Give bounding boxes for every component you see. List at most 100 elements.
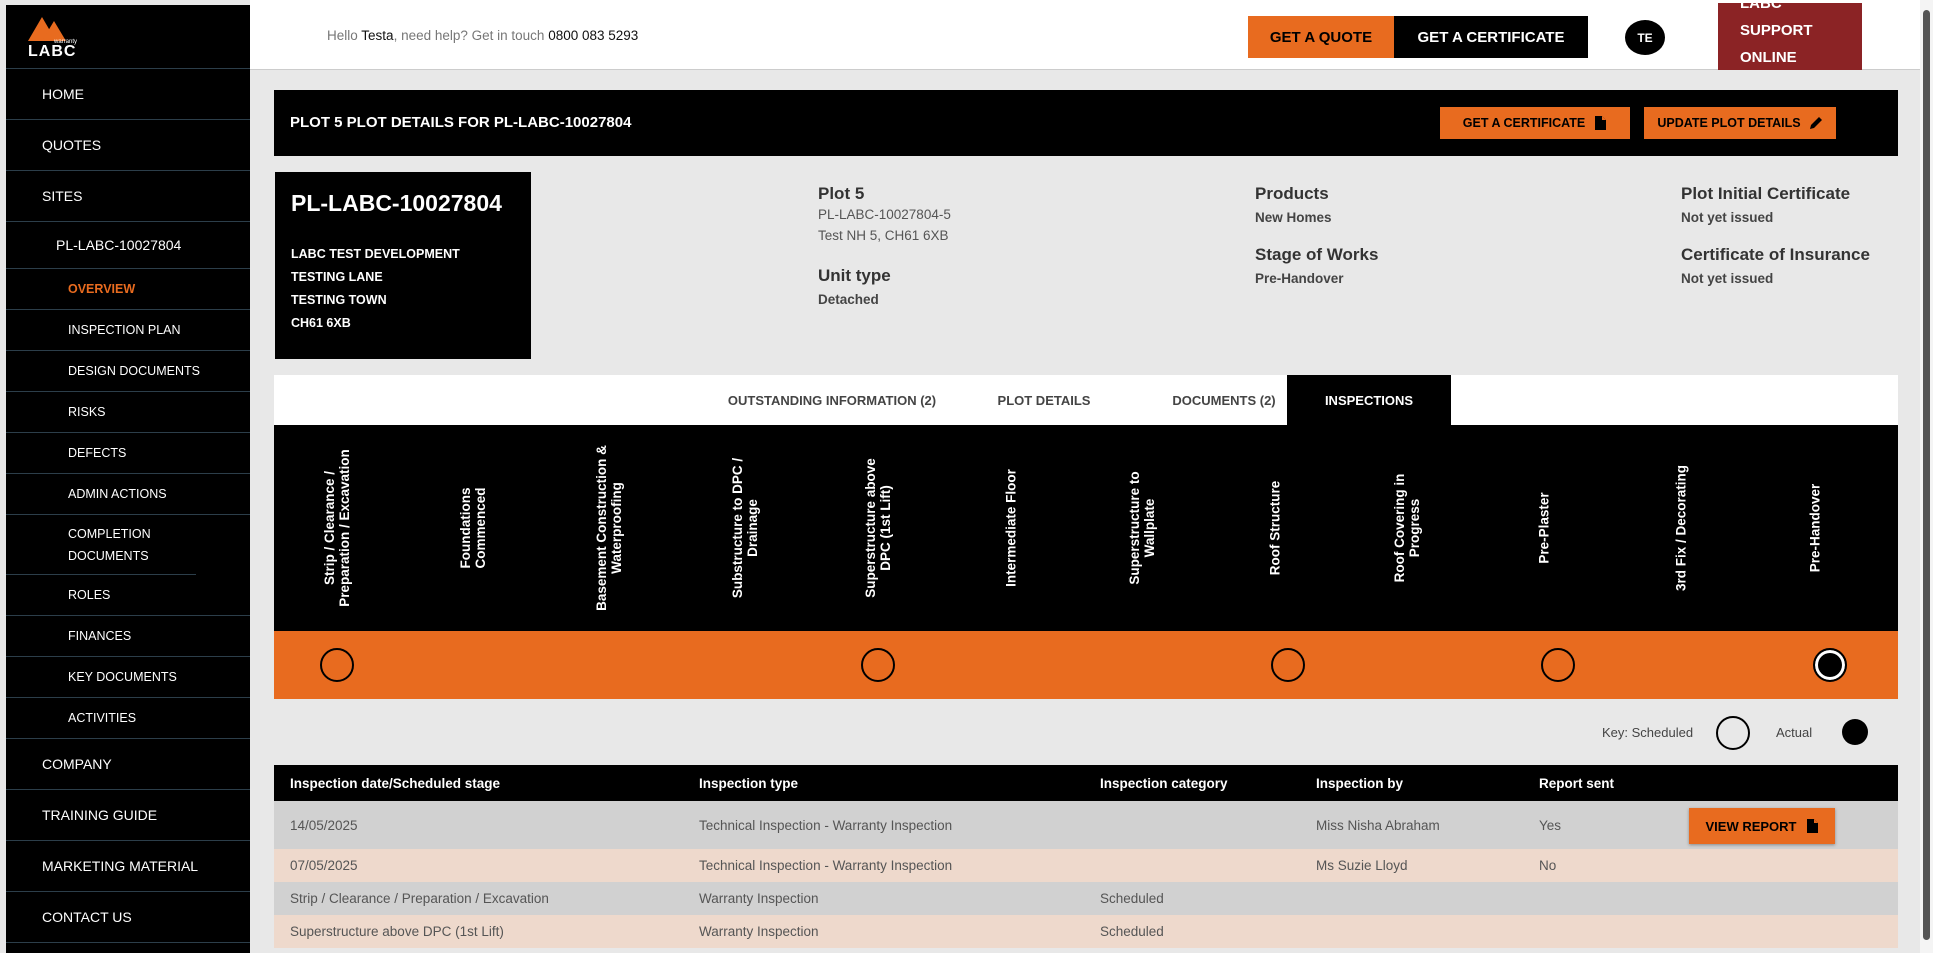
inspection-stages: Strip / Clearance / Preparation / Excava… [274,425,1898,631]
stage-label: Basement Construction & Waterproofing [594,445,624,611]
address-line: CH61 6XB [291,316,351,330]
column-header: Inspection type [699,775,799,791]
top-bar: Hello Testa, need help? Get in touch 080… [250,0,1933,70]
sidebar-item-activities[interactable]: ACTIVITIES [6,698,250,739]
document-icon [1595,116,1607,130]
header-get-certificate-button[interactable]: GET A CERTIFICATE [1440,107,1630,139]
stage-label: Roof Covering in Progress [1392,473,1422,583]
support-online-button[interactable]: LABC SUPPORT ONLINE [1718,3,1862,70]
address-line: TESTING TOWN [291,293,387,307]
table-cell: Technical Inspection - Warranty Inspecti… [699,817,953,833]
stage-label: Superstructure to Wallplate [1127,471,1157,585]
stage-label: 3rd Fix / Decorating [1673,464,1689,592]
sidebar-item-overview[interactable]: OVERVIEW [6,269,250,310]
products-value: New Homes [1255,210,1332,225]
sidebar-item-finances[interactable]: FINANCES [6,616,250,657]
sidebar-item-risks[interactable]: RISKS [6,392,250,433]
stage-label: Substructure to DPC / Drainage [730,457,760,599]
sidebar-item-contact-us[interactable]: CONTACT US [6,892,250,943]
support-line: ONLINE [1740,49,1797,66]
sidebar-item-site[interactable]: PL-LABC-10027804 [6,222,250,269]
sidebar-item-roles[interactable]: ROLES [6,575,250,616]
stage-label: Intermediate Floor [1003,469,1019,587]
sidebar-item-quotes[interactable]: QUOTES [6,120,250,171]
unit-type-label: Unit type [818,266,891,285]
stage-label: Strip / Clearance / Preparation / Excava… [322,449,352,607]
plot-header: PLOT 5 PLOT DETAILS FOR PL-LABC-10027804… [274,90,1898,156]
stage-column: Pre-Handover [1755,425,1875,631]
sidebar-item-inspection-plan[interactable]: INSPECTION PLAN [6,310,250,351]
page-scrollbar[interactable] [1920,0,1933,953]
pencil-icon [1809,117,1822,129]
table-cell: Yes [1539,817,1562,833]
scheduled-marker[interactable] [861,648,895,682]
column-header: Inspection category [1100,775,1228,791]
user-avatar[interactable]: TE [1625,20,1665,55]
get-certificate-button[interactable]: GET A CERTIFICATE [1394,16,1588,58]
sidebar-item-training-guide[interactable]: TRAINING GUIDE [6,790,250,841]
insurance-certificate-label: Certificate of Insurance [1681,245,1870,264]
stage-column: Pre-Plaster [1484,425,1604,631]
view-report-button[interactable]: VIEW REPORT [1689,808,1835,844]
sidebar-item-sites[interactable]: SITES [6,171,250,222]
get-quote-button[interactable]: GET A QUOTE [1248,16,1394,58]
sidebar-item-design-documents[interactable]: DESIGN DOCUMENTS [6,351,250,392]
tab-inspections[interactable]: INSPECTIONS [1287,375,1451,425]
table-cell: Strip / Clearance / Preparation / Excava… [290,891,549,906]
table-cell: Ms Suzie Lloyd [1316,858,1408,873]
stage-label: Superstructure above DPC (1st Lift) [863,458,893,598]
update-plot-details-button[interactable]: UPDATE PLOT DETAILS [1644,107,1836,139]
inspections-table: Inspection date/Scheduled stage Inspecti… [274,765,1898,948]
sidebar-item-admin-actions[interactable]: ADMIN ACTIONS [6,474,250,515]
stage-column: Foundations Commenced [413,425,533,631]
sidebar-item-defects[interactable]: DEFECTS [6,433,250,474]
sidebar-item-completion-documents[interactable]: COMPLETION DOCUMENTS [6,515,196,575]
insurance-certificate-value: Not yet issued [1681,271,1774,286]
tab-plot-details[interactable]: PLOT DETAILS [974,375,1114,425]
column-header: Inspection date/Scheduled stage [290,775,501,791]
scheduled-marker[interactable] [1271,648,1305,682]
actual-marker[interactable] [1813,648,1847,682]
table-row: Strip / Clearance / Preparation / Excava… [274,882,1898,915]
stage-label: Pre-Plaster [1536,492,1552,564]
table-row: Superstructure above DPC (1st Lift) Warr… [274,915,1898,948]
sidebar-item-marketing-material[interactable]: MARKETING MATERIAL [6,841,250,892]
greeting: Hello Testa, need help? Get in touch 080… [327,28,639,43]
tab-documents[interactable]: DOCUMENTS (2) [1144,375,1304,425]
initial-certificate-label: Plot Initial Certificate [1681,184,1851,203]
table-cell: Scheduled [1100,924,1164,939]
address-line: TESTING LANE [291,270,383,284]
plot-ref: PL-LABC-10027804-5 [818,207,951,222]
table-cell: Miss Nisha Abraham [1316,817,1440,833]
sidebar-item-company[interactable]: COMPANY [6,739,250,790]
labc-warranty-logo[interactable]: warranty LABC [6,5,250,69]
scheduled-marker[interactable] [1541,648,1575,682]
stage-column: Superstructure to Wallplate [1082,425,1202,631]
plot-info-column: Plot 5 PL-LABC-10027804-5 Test NH 5, CH6… [818,184,951,307]
stage-column: 3rd Fix / Decorating [1621,425,1741,631]
table-cell: No [1539,858,1557,873]
scheduled-marker[interactable] [320,648,354,682]
table-row: 14/05/2025 Technical Inspection - Warran… [274,801,1898,849]
phone-number[interactable]: 0800 083 5293 [548,28,638,43]
key-actual-icon [1842,719,1868,745]
tab-outstanding-information[interactable]: OUTSTANDING INFORMATION (2) [722,375,942,425]
app-root: warranty LABC HOME QUOTES SITES PL-LABC-… [0,0,1933,953]
stage-column: Substructure to DPC / Drainage [685,425,805,631]
key-scheduled-label: Key: Scheduled [1602,725,1694,740]
stage-of-works-value: Pre-Handover [1255,271,1344,286]
document-icon [1806,819,1818,833]
initial-certificate-value: Not yet issued [1681,210,1774,225]
sidebar-item-home[interactable]: HOME [6,69,250,120]
stage-column: Roof Structure [1215,425,1335,631]
table-cell: Technical Inspection - Warranty Inspecti… [699,858,953,873]
logo-word: LABC [28,43,77,60]
stage-column: Basement Construction & Waterproofing [549,425,669,631]
plot-address: Test NH 5, CH61 6XB [818,228,949,243]
table-cell: Scheduled [1100,891,1164,906]
products-label: Products [1255,184,1329,203]
stage-of-works-label: Stage of Works [1255,245,1379,264]
sidebar: warranty LABC HOME QUOTES SITES PL-LABC-… [6,5,250,953]
sidebar-item-key-documents[interactable]: KEY DOCUMENTS [6,657,250,698]
column-header: Inspection by [1316,775,1404,791]
